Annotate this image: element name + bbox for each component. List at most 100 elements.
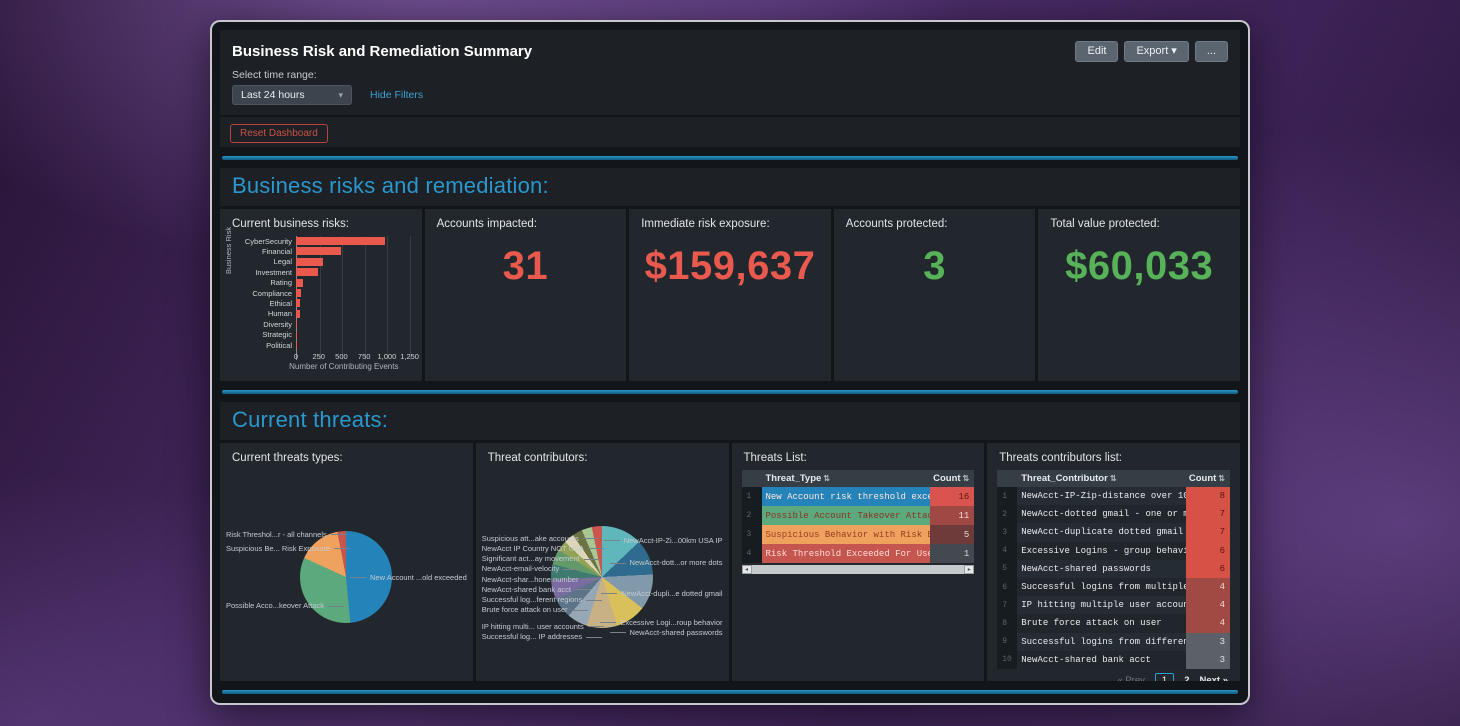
table-cell-count[interactable]: 8 [1186, 487, 1230, 505]
threats-list-table: Threat_Type⇅ Count⇅ 1 New Account risk th… [742, 470, 975, 563]
column-header-count[interactable]: Count⇅ [930, 473, 974, 484]
table-cell-count[interactable]: 16 [930, 487, 974, 506]
bar[interactable] [296, 320, 297, 328]
x-tick-label: 1,250 [400, 352, 419, 361]
bar[interactable] [296, 247, 341, 255]
edit-button[interactable]: Edit [1075, 41, 1118, 62]
table-cell-count[interactable]: 6 [1186, 560, 1230, 578]
row-number: 4 [997, 542, 1017, 560]
panel-accounts-impacted: Accounts impacted: 31 [425, 209, 627, 381]
bar-track [296, 288, 410, 298]
pie-slice-label: Successful log...ferent regions [482, 595, 602, 604]
panel-accounts-protected: Accounts protected: 3 [834, 209, 1036, 381]
section-header-risks: Business risks and remediation: [220, 168, 1240, 206]
table-cell-count[interactable]: 6 [1186, 542, 1230, 560]
table-cell-count[interactable]: 4 [1186, 578, 1230, 596]
table-cell-label[interactable]: Successful logins from different regions [1017, 633, 1186, 651]
table-cell-label[interactable]: New Account risk threshold exceeded [762, 487, 931, 506]
row-number: 7 [997, 596, 1017, 614]
table-cell-label[interactable]: NewAcct-shared passwords [1017, 560, 1186, 578]
bar-track [296, 257, 410, 267]
panel-title: Current threats types: [220, 443, 473, 468]
table-row: 3Suspicious Behavior with Risk Exposure5 [742, 525, 975, 544]
risks-panel-row: Current business risks: Business Risk Cy… [220, 209, 1240, 381]
table-cell-label[interactable]: Excessive Logins - group behavior [1017, 542, 1186, 560]
table-cell-label[interactable]: NewAcct-IP-Zip-distance over 1000km USA … [1017, 487, 1186, 505]
table-cell-label[interactable]: NewAcct-duplicate dotted gmail [1017, 523, 1186, 541]
sort-icon: ⇅ [823, 474, 830, 483]
bar[interactable] [296, 237, 385, 245]
column-header-count[interactable]: Count⇅ [1186, 473, 1230, 484]
table-cell-count[interactable]: 4 [1186, 614, 1230, 632]
table-cell-label[interactable]: NewAcct-dotted gmail - one or more dots [1017, 505, 1186, 523]
panel-total-value-protected: Total value protected: $60,033 [1038, 209, 1240, 381]
row-number: 8 [997, 614, 1017, 632]
row-number: 4 [742, 544, 762, 563]
table-cell-label[interactable]: Risk Threshold Exceeded For User - all c… [762, 544, 931, 563]
column-header-threat-contributor[interactable]: Threat_Contributor⇅ [1017, 473, 1186, 484]
bar-track [296, 246, 410, 256]
pie-slice-label: NewAcct-email-velocity [482, 564, 580, 573]
column-header-threat-type[interactable]: Threat_Type⇅ [762, 473, 931, 484]
time-range-dropdown[interactable]: Last 24 hours ▾ [232, 85, 352, 105]
table-cell-count[interactable]: 1 [930, 544, 974, 563]
bar[interactable] [296, 279, 303, 287]
bar[interactable] [296, 258, 323, 266]
table-cell-count[interactable]: 5 [930, 525, 974, 544]
bar-track [296, 309, 410, 319]
bar-category-label: Diversity [236, 320, 296, 329]
bar-category-label: Rating [236, 278, 296, 287]
table-cell-count[interactable]: 11 [930, 506, 974, 525]
scroll-left-arrow[interactable]: ◂ [742, 565, 752, 574]
bar[interactable] [296, 299, 300, 307]
table-cell-count[interactable]: 7 [1186, 505, 1230, 523]
x-tick-label: 0 [294, 352, 298, 361]
page-2-button[interactable]: 2 [1184, 675, 1189, 681]
panel-threat-contributors: Threat contributors: Suspicious att...ak… [476, 443, 729, 681]
current-page-button[interactable]: 1 [1155, 673, 1174, 681]
more-button[interactable]: ... [1195, 41, 1228, 62]
page-title: Business Risk and Remediation Summary [232, 43, 532, 60]
bar[interactable] [296, 289, 301, 297]
export-button[interactable]: Export ▾ [1124, 41, 1188, 62]
table-cell-label[interactable]: NewAcct-shared bank acct [1017, 651, 1186, 669]
table-row: 9Successful logins from different region… [997, 633, 1230, 651]
table-cell-label[interactable]: Suspicious Behavior with Risk Exposure [762, 525, 931, 544]
panel-title: Immediate risk exposure: [629, 209, 831, 234]
bar[interactable] [296, 310, 300, 318]
bar-track [296, 340, 410, 350]
bar-chart-xlabel: Number of Contributing Events [274, 362, 414, 371]
reset-dashboard-button[interactable]: Reset Dashboard [230, 124, 328, 143]
table-cell-count[interactable]: 7 [1186, 523, 1230, 541]
bar[interactable] [296, 268, 318, 276]
row-number: 9 [997, 633, 1017, 651]
horizontal-scrollbar[interactable]: ◂ ▸ [742, 565, 975, 574]
pie-slice-label: NewAcct-dott...or more dots [610, 558, 723, 567]
bar-category-label: Investment [236, 268, 296, 277]
panel-title: Accounts impacted: [425, 209, 627, 234]
table-cell-count[interactable]: 3 [1186, 651, 1230, 669]
table-row: 3NewAcct-duplicate dotted gmail7 [997, 523, 1230, 541]
table-cell-count[interactable]: 4 [1186, 596, 1230, 614]
pie-slice-label: Risk Threshol...r - all channels [226, 530, 347, 539]
table-cell-label[interactable]: Brute force attack on user [1017, 614, 1186, 632]
pie-chart-threat-types: Risk Threshol...r - all channelsSuspicio… [220, 468, 473, 673]
table-cell-count[interactable]: 3 [1186, 633, 1230, 651]
table-cell-label[interactable]: Possible Account Takeover Attack [762, 506, 931, 525]
table-row: 5NewAcct-shared passwords6 [997, 560, 1230, 578]
prev-page-button[interactable]: « Prev [1117, 675, 1144, 681]
table-cell-label[interactable]: Successful logins from multiple IP addre… [1017, 578, 1186, 596]
table-cell-label[interactable]: IP hitting multiple user accounts [1017, 596, 1186, 614]
pie-slice-label: Suspicious att...ake accounts [482, 534, 599, 543]
bar-track [296, 298, 410, 308]
bar-chart: Business Risk CyberSecurityFinancialLega… [226, 236, 414, 371]
next-page-button[interactable]: Next » [1199, 675, 1228, 681]
hide-filters-link[interactable]: Hide Filters [370, 89, 423, 101]
row-number: 2 [997, 505, 1017, 523]
row-number: 1 [997, 487, 1017, 505]
bar-category-label: Financial [236, 247, 296, 256]
bar-track [296, 330, 410, 340]
section-header-threats: Current threats: [220, 402, 1240, 440]
sort-icon: ⇅ [1110, 474, 1117, 483]
scroll-right-arrow[interactable]: ▸ [964, 565, 974, 574]
